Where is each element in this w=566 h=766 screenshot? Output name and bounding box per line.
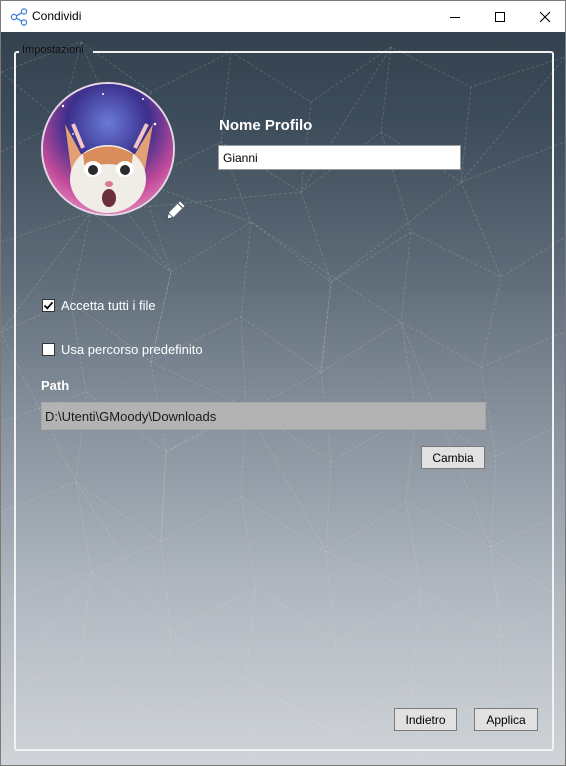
use-default-path-label: Usa percorso predefinito: [61, 342, 203, 357]
profile-name-input[interactable]: Gianni: [218, 145, 461, 170]
checkmark-icon: [43, 301, 54, 310]
condividi-window: Condividi Impostazioni Nome Profilo Gian…: [0, 0, 566, 766]
groupbox-label: Impostazioni: [22, 44, 84, 56]
accept-all-files-label: Accetta tutti i file: [61, 298, 156, 313]
accept-all-files-option[interactable]: Accetta tutti i file: [42, 298, 156, 313]
maximize-icon: [494, 11, 505, 22]
pencil-icon[interactable]: [163, 197, 189, 223]
path-label: Path: [41, 378, 70, 393]
change-path-button[interactable]: Cambia: [421, 446, 485, 469]
window-title: Condividi: [32, 9, 82, 23]
share-icon: [10, 8, 28, 26]
close-icon: [539, 11, 550, 22]
avatar[interactable]: [41, 82, 175, 216]
settings-panel: Impostazioni Nome Profilo Gianni Accetta…: [1, 32, 565, 765]
maximize-button[interactable]: [477, 1, 522, 32]
cat-avatar-image: [43, 84, 173, 214]
apply-button[interactable]: Applica: [474, 708, 538, 731]
profile-name-label: Nome Profilo: [219, 117, 313, 134]
minimize-icon: [449, 16, 460, 18]
minimize-button[interactable]: [432, 1, 477, 32]
back-button[interactable]: Indietro: [394, 708, 457, 731]
close-button[interactable]: [522, 1, 565, 32]
accept-all-files-checkbox[interactable]: [42, 299, 55, 312]
title-bar[interactable]: Condividi: [1, 1, 565, 32]
path-field[interactable]: D:\Utenti\GMoody\Downloads: [41, 402, 486, 430]
use-default-path-checkbox[interactable]: [42, 343, 55, 356]
use-default-path-option[interactable]: Usa percorso predefinito: [42, 342, 203, 357]
